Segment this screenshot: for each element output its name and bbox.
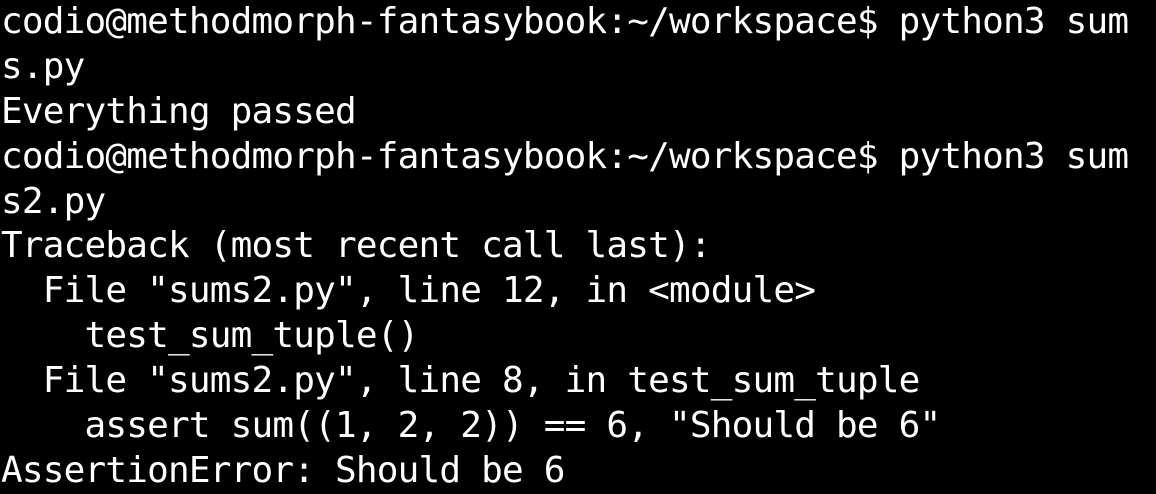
terminal-line-error: AssertionError: Should be 6 <box>1 449 565 491</box>
terminal-line-command-wrap: s2.py <box>1 180 106 222</box>
terminal-line-prompt-command: codio@methodmorph-fantasybook:~/workspac… <box>1 135 1129 177</box>
terminal-line-traceback-file: File "sums2.py", line 8, in test_sum_tup… <box>1 360 921 402</box>
terminal-window[interactable]: codio@methodmorph-fantasybook:~/workspac… <box>0 0 1156 494</box>
terminal-line-prompt-command: codio@methodmorph-fantasybook:~/workspac… <box>1 1 1129 42</box>
terminal-line-traceback-code: assert sum((1, 2, 2)) == 6, "Should be 6… <box>1 405 941 447</box>
terminal-line-output: Everything passed <box>1 90 357 132</box>
terminal-line-command-wrap: s.py <box>1 45 85 87</box>
terminal-line-traceback-code: test_sum_tuple() <box>1 315 419 357</box>
terminal-line-traceback-header: Traceback (most recent call last): <box>1 225 712 267</box>
terminal-line-traceback-file: File "sums2.py", line 12, in <module> <box>1 270 816 312</box>
